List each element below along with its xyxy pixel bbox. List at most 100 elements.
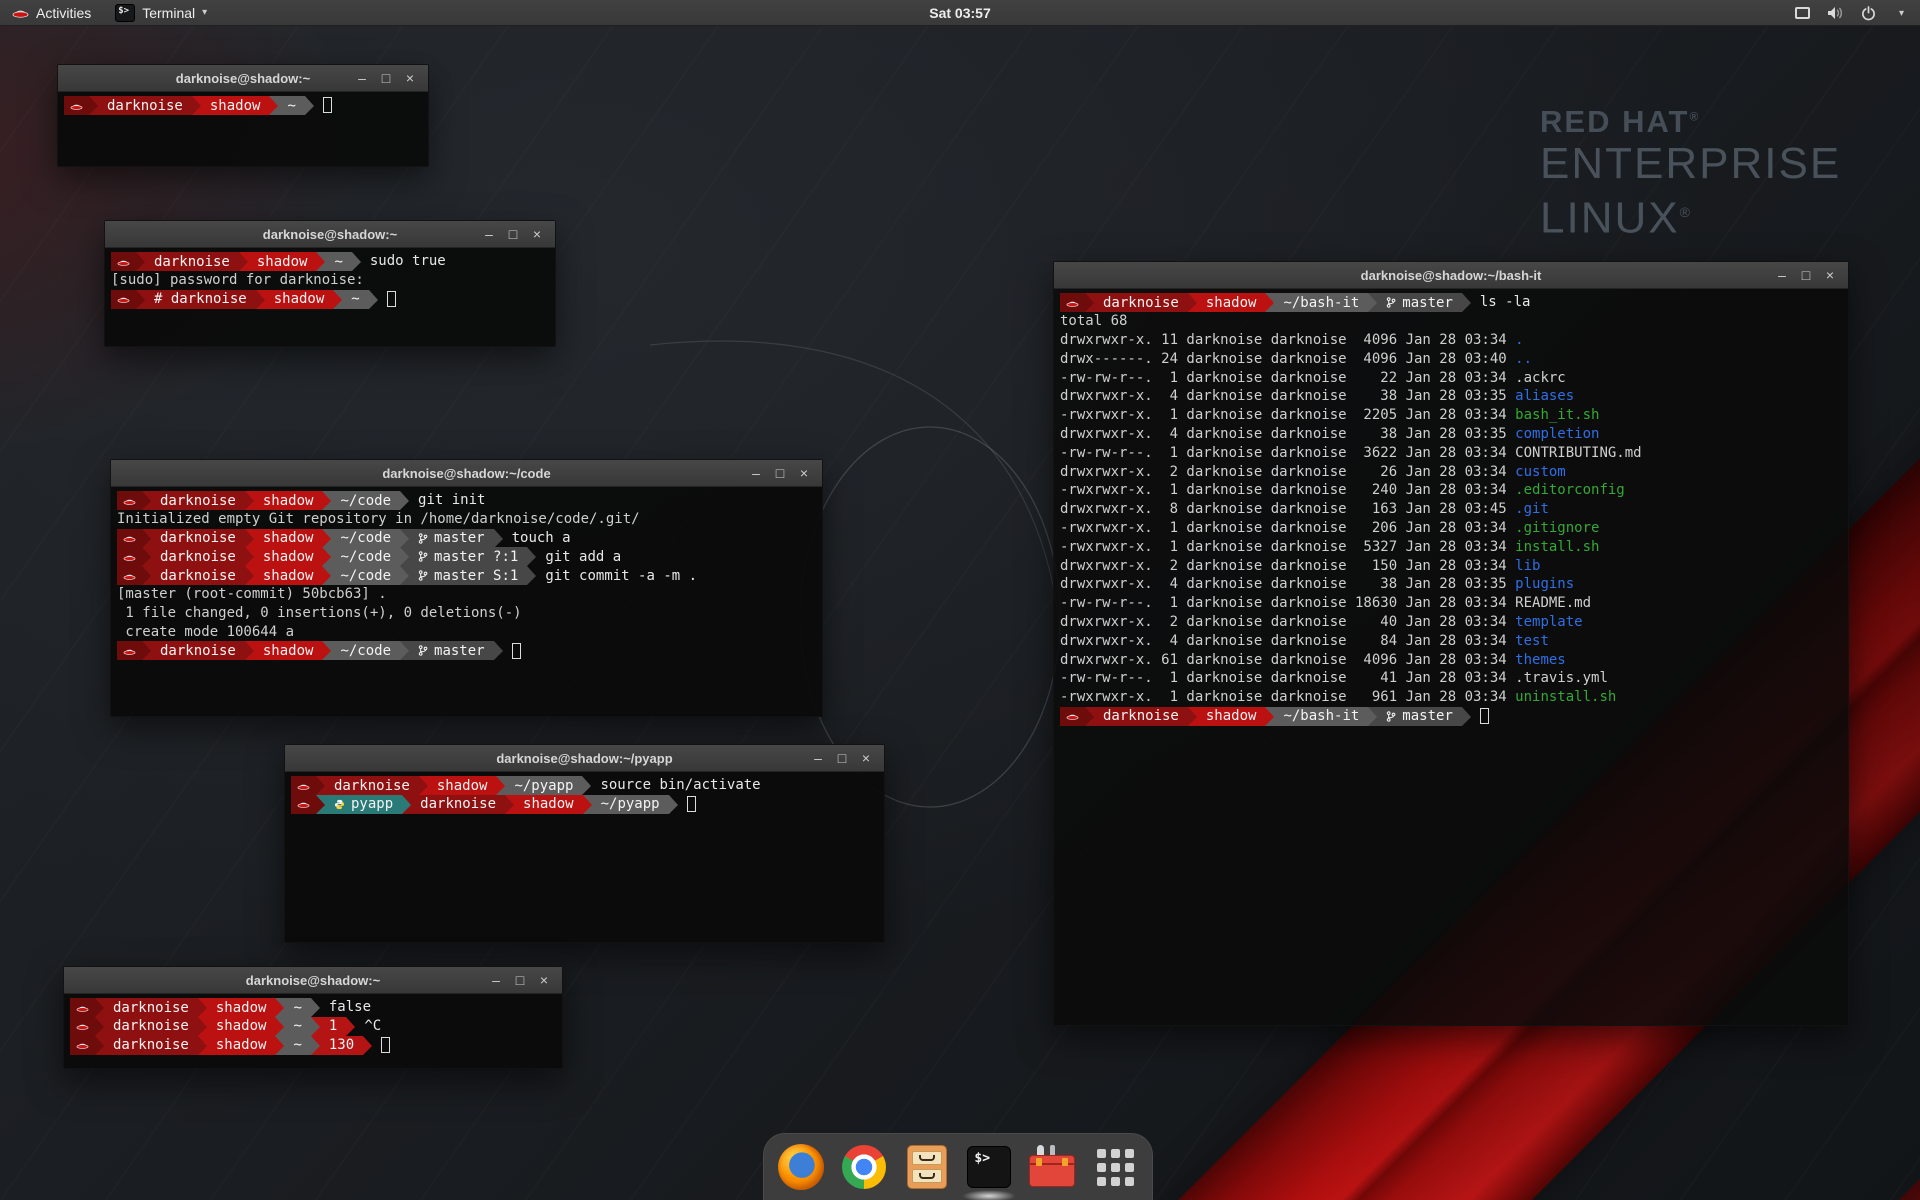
terminal-body[interactable]: darknoiseshadow~ <box>58 92 428 166</box>
close-button[interactable]: × <box>525 221 549 248</box>
minimize-button[interactable]: – <box>477 221 501 248</box>
terminal-body[interactable]: darknoiseshadow~/pyappsource bin/activat… <box>285 772 884 942</box>
terminal-line: -rw-rw-r--. 1 darknoise darknoise 3622 J… <box>1060 443 1848 462</box>
window-title: darknoise@shadow:~ <box>263 227 397 242</box>
powerline-separator <box>352 252 361 271</box>
output-text: -rw-rw-r--. 1 darknoise darknoise 41 Jan… <box>1060 670 1515 686</box>
powerline-separator <box>1462 293 1471 312</box>
git-branch-icon <box>1386 710 1396 723</box>
output-text: .. <box>1515 351 1532 367</box>
terminal-window-bash-it[interactable]: darknoise@shadow:~/bash-it–□×darknoisesh… <box>1053 261 1849 1026</box>
maximize-button[interactable]: □ <box>768 460 792 487</box>
terminal-line: -rw-rw-r--. 1 darknoise darknoise 18630 … <box>1060 594 1848 613</box>
power-icon[interactable] <box>1860 6 1877 20</box>
terminal-body[interactable]: darknoiseshadow~sudo true[sudo] password… <box>105 248 555 346</box>
output-text: [master (root-commit) 50bcb63] . <box>117 586 387 602</box>
close-button[interactable]: × <box>854 745 878 772</box>
dock-item-files[interactable] <box>904 1143 950 1191</box>
terminal-window-home-small[interactable]: darknoise@shadow:~–□×darknoiseshadow~ <box>57 64 429 167</box>
prompt-segment-git: master S:1 <box>409 566 527 585</box>
powerline-separator <box>1368 707 1377 726</box>
terminal-window-pyapp[interactable]: darknoise@shadow:~/pyapp–□×darknoiseshad… <box>284 744 885 943</box>
window-titlebar[interactable]: darknoise@shadow:~–□× <box>58 65 428 92</box>
prompt-segment-user: darknoise <box>151 547 245 566</box>
powerline-separator <box>669 795 678 814</box>
maximize-button[interactable]: □ <box>374 65 398 92</box>
close-button[interactable]: × <box>792 460 816 487</box>
terminal-body[interactable]: darknoiseshadow~falsedarknoiseshadow~1^C… <box>64 994 562 1068</box>
prompt-segment-icon <box>291 776 316 795</box>
maximize-button[interactable]: □ <box>508 967 532 994</box>
maximize-button[interactable]: □ <box>830 745 854 772</box>
prompt-segment-host: shadow <box>254 566 323 585</box>
terminal-line: drwxrwxr-x. 4 darknoise darknoise 38 Jan… <box>1060 425 1848 444</box>
minimize-button[interactable]: – <box>806 745 830 772</box>
window-buttons: –□× <box>484 967 556 994</box>
system-menu-caret-icon[interactable]: ▾ <box>1893 6 1910 20</box>
redhat-fedora-icon <box>123 552 136 562</box>
output-text: drwxrwxr-x. 4 darknoise darknoise 84 Jan… <box>1060 633 1515 649</box>
powerline-separator <box>311 998 320 1017</box>
close-button[interactable]: × <box>532 967 556 994</box>
powerline-separator <box>311 1036 320 1055</box>
window-titlebar[interactable]: darknoise@shadow:~/pyapp–□× <box>285 745 884 772</box>
window-titlebar[interactable]: darknoise@shadow:~ –□× <box>105 221 555 248</box>
maximize-button[interactable]: □ <box>501 221 525 248</box>
display-icon[interactable] <box>1794 6 1811 20</box>
activities-button[interactable]: Activities <box>0 0 103 25</box>
terminal-cursor <box>323 97 332 113</box>
running-indicator <box>962 1190 1016 1200</box>
output-text: aliases <box>1515 388 1574 404</box>
app-menu-terminal[interactable]: $> Terminal ▾ <box>103 0 219 25</box>
terminal-window-sudo[interactable]: darknoise@shadow:~ –□×darknoiseshadow~sud… <box>104 220 556 347</box>
output-text: install.sh <box>1515 539 1599 555</box>
minimize-button[interactable]: – <box>744 460 768 487</box>
output-text: create mode 100644 a <box>117 624 294 640</box>
prompt-segment-user: darknoise <box>151 566 245 585</box>
prompt-segment-user: darknoise <box>1094 707 1188 726</box>
prompt-segment-icon <box>111 290 136 309</box>
prompt-segment-user: darknoise <box>325 776 419 795</box>
prompt-segment-user: darknoise <box>98 96 192 115</box>
minimize-button[interactable]: – <box>350 65 374 92</box>
minimize-button[interactable]: – <box>1770 262 1794 289</box>
redhat-fedora-icon <box>123 496 136 506</box>
window-titlebar[interactable]: darknoise@shadow:~–□× <box>64 967 562 994</box>
terminal-line: drwxrwxr-x. 11 darknoise darknoise 4096 … <box>1060 331 1848 350</box>
powerline-separator <box>269 96 278 115</box>
command-text: source bin/activate <box>600 777 760 793</box>
powerline-separator <box>582 776 591 795</box>
powerline-separator <box>402 795 411 814</box>
output-text: CONTRIBUTING.md <box>1515 445 1641 461</box>
terminal-body[interactable]: darknoiseshadow~/codegit initInitialized… <box>111 487 822 716</box>
terminal-line: drwxrwxr-x. 2 darknoise darknoise 40 Jan… <box>1060 613 1848 632</box>
terminal-line: drwxrwxr-x. 4 darknoise darknoise 84 Jan… <box>1060 631 1848 650</box>
powerline-separator <box>136 290 145 309</box>
close-button[interactable]: × <box>398 65 422 92</box>
close-button[interactable]: × <box>1818 262 1842 289</box>
registered-mark: ® <box>1689 110 1700 124</box>
powerline-separator <box>363 1036 372 1055</box>
minimize-button[interactable]: – <box>484 967 508 994</box>
dock-item-chrome[interactable] <box>841 1143 887 1191</box>
dock-item-firefox[interactable] <box>778 1143 824 1191</box>
prompt-segment-git: master <box>1377 293 1462 312</box>
volume-icon[interactable] <box>1827 6 1844 20</box>
redhat-fedora-icon <box>70 101 83 111</box>
terminal-line: 1 file changed, 0 insertions(+), 0 delet… <box>117 604 822 623</box>
output-text: -rwxrwxr-x. 1 darknoise darknoise 961 Ja… <box>1060 689 1515 705</box>
powerline-separator <box>89 96 98 115</box>
window-titlebar[interactable]: darknoise@shadow:~/bash-it–□× <box>1054 262 1848 289</box>
prompt-segment-icon <box>117 566 142 585</box>
window-titlebar[interactable]: darknoise@shadow:~/code–□× <box>111 460 822 487</box>
command-text: git add a <box>545 549 621 565</box>
maximize-button[interactable]: □ <box>1794 262 1818 289</box>
terminal-window-code[interactable]: darknoise@shadow:~/code–□× darknoise shado… <box>110 459 823 717</box>
terminal-window-exitcodes[interactable]: darknoise@shadow:~–□×darknoiseshadow~fal… <box>63 966 563 1069</box>
dock-item-toolbox[interactable] <box>1029 1143 1075 1191</box>
terminal-body[interactable]: darknoiseshadow~/bash-itmasterls -latota… <box>1054 289 1848 1025</box>
dock-item-terminal[interactable]: $> <box>967 1143 1013 1191</box>
clock[interactable]: Sat 03:57 <box>929 5 990 21</box>
dock-item-app-grid[interactable] <box>1092 1143 1138 1191</box>
terminal-line: drwxrwxr-x. 4 darknoise darknoise 38 Jan… <box>1060 387 1848 406</box>
